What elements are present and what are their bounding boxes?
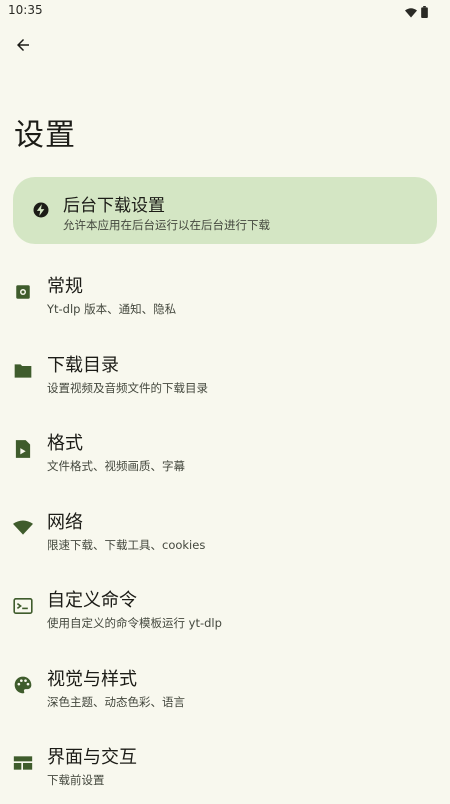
settings-item-format[interactable]: 格式 文件格式、视频画质、字幕 (0, 411, 450, 490)
status-bar: 10:35 (0, 0, 450, 22)
settings-item-description: 设置视频及音频文件的下载目录 (47, 380, 208, 395)
settings-item-description: 下载前设置 (47, 773, 105, 787)
settings-item-title: 格式 (47, 433, 83, 454)
settings-item-title: 网络 (47, 511, 83, 533)
layout-icon (13, 753, 33, 773)
battery-icon (421, 3, 428, 22)
background-download-banner[interactable]: 后台下载设置 允许本应用在后台运行以在后台进行下载 (13, 177, 437, 244)
settings-item-network[interactable]: 网络 限速下载、下载工具、cookies (0, 490, 450, 569)
settings-item-title: 视觉与样式 (47, 668, 137, 690)
settings-item-general[interactable]: 常规 Yt-dlp 版本、通知、隐私 (0, 254, 450, 333)
settings-item-description: 使用自定义的命令模板运行 yt-dlp (47, 616, 222, 630)
back-button[interactable] (8, 32, 38, 62)
settings-item-title: 界面与交互 (47, 747, 137, 768)
settings-item-title: 常规 (47, 276, 83, 297)
banner-title: 后台下载设置 (63, 196, 165, 216)
settings-item-download-directory[interactable]: 下载目录 设置视频及音频文件的下载目录 (0, 333, 450, 412)
folder-icon (13, 361, 33, 381)
status-time: 10:35 (8, 3, 43, 17)
settings-item-visual-style[interactable]: 视觉与样式 深色主题、动态色彩、语言 (0, 647, 450, 726)
arrow-left-icon (14, 36, 32, 58)
settings-item-interface[interactable]: 界面与交互 下载前设置 (0, 725, 450, 804)
bolt-icon (31, 200, 51, 220)
settings-item-description: 文件格式、视频画质、字幕 (47, 459, 185, 473)
settings-item-title: 下载目录 (47, 354, 119, 376)
settings-item-description: Yt-dlp 版本、通知、隐私 (47, 302, 177, 316)
file-video-icon (13, 439, 33, 459)
settings-item-custom-command[interactable]: 自定义命令 使用自定义的命令模板运行 yt-dlp (0, 568, 450, 647)
status-icons (405, 3, 428, 22)
settings-item-description: 深色主题、动态色彩、语言 (47, 694, 185, 709)
banner-description: 允许本应用在后台运行以在后台进行下载 (63, 218, 270, 232)
palette-icon (13, 675, 33, 695)
wifi-icon (13, 518, 33, 538)
page-title: 设置 (14, 118, 76, 153)
settings-item-description: 限速下载、下载工具、cookies (47, 537, 206, 552)
settings-gear-icon (13, 282, 33, 302)
settings-item-title: 自定义命令 (47, 590, 137, 611)
terminal-icon (13, 596, 33, 616)
wifi-icon (405, 3, 417, 22)
settings-list: 常规 Yt-dlp 版本、通知、隐私 下载目录 设置视频及音频文件的下载目录 格… (0, 254, 450, 804)
